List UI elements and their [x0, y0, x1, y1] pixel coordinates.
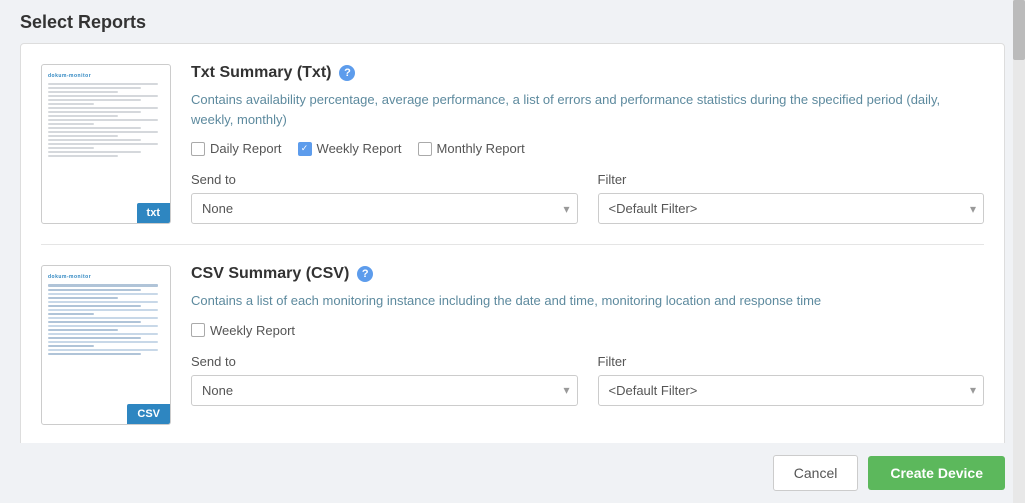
checkbox-label-weekly-csv: Weekly Report: [210, 323, 295, 338]
checkbox-weekly[interactable]: Weekly Report: [298, 141, 402, 156]
send-to-select-txt[interactable]: None: [191, 193, 578, 224]
report-title-row-csv: CSV Summary (CSV) ?: [191, 265, 984, 283]
filter-select-csv[interactable]: <Default Filter>: [598, 375, 985, 406]
report-details-txt: Txt Summary (Txt) ? Contains availabilit…: [191, 64, 984, 224]
checkbox-label-daily: Daily Report: [210, 141, 282, 156]
report-item-txt: dokum-monitor: [41, 64, 984, 245]
checkbox-weekly-csv[interactable]: Weekly Report: [191, 323, 295, 338]
report-description-txt: Contains availability percentage, averag…: [191, 90, 984, 129]
send-to-label-csv: Send to: [191, 354, 578, 369]
report-details-csv: CSV Summary (CSV) ? Contains a list of e…: [191, 265, 984, 425]
main-content: dokum-monitor: [0, 43, 1025, 443]
send-to-label-txt: Send to: [191, 172, 578, 187]
report-title-txt: Txt Summary (Txt): [191, 64, 331, 82]
create-device-button[interactable]: Create Device: [868, 456, 1005, 490]
filter-wrapper-csv: <Default Filter> ▾: [598, 375, 985, 406]
reports-card: dokum-monitor: [20, 43, 1005, 443]
help-icon-txt[interactable]: ?: [339, 65, 355, 81]
page-title: Select Reports: [0, 0, 1025, 43]
thumbnail-badge-csv: CSV: [127, 404, 170, 424]
send-to-group-csv: Send to None ▾: [191, 354, 578, 406]
send-to-select-csv[interactable]: None: [191, 375, 578, 406]
page-wrapper: Select Reports dokum-monitor: [0, 0, 1025, 503]
report-thumbnail-csv: dokum-monitor: [41, 265, 171, 425]
report-title-row-txt: Txt Summary (Txt) ?: [191, 64, 984, 82]
report-description-csv: Contains a list of each monitoring insta…: [191, 291, 984, 311]
checkbox-label-monthly: Monthly Report: [437, 141, 525, 156]
send-to-group-txt: Send to None ▾: [191, 172, 578, 224]
thumbnail-badge-txt: txt: [137, 203, 170, 223]
checkbox-box-daily[interactable]: [191, 142, 205, 156]
filter-label-csv: Filter: [598, 354, 985, 369]
filter-wrapper-txt: <Default Filter> ▾: [598, 193, 985, 224]
filter-group-csv: Filter <Default Filter> ▾: [598, 354, 985, 406]
checkbox-box-monthly[interactable]: [418, 142, 432, 156]
report-thumbnail-txt: dokum-monitor: [41, 64, 171, 224]
checkbox-daily[interactable]: Daily Report: [191, 141, 282, 156]
checkbox-box-weekly[interactable]: [298, 142, 312, 156]
report-item-csv: dokum-monitor: [41, 265, 984, 443]
filter-group-txt: Filter <Default Filter> ▾: [598, 172, 985, 224]
checkbox-label-weekly: Weekly Report: [317, 141, 402, 156]
report-title-csv: CSV Summary (CSV): [191, 265, 349, 283]
cancel-button[interactable]: Cancel: [773, 455, 859, 491]
checkboxes-row-txt: Daily Report Weekly Report Monthly Repor…: [191, 141, 984, 156]
checkboxes-row-csv: Weekly Report: [191, 323, 984, 338]
checkbox-box-weekly-csv[interactable]: [191, 323, 205, 337]
send-to-wrapper-csv: None ▾: [191, 375, 578, 406]
scrollbar-thumb[interactable]: [1013, 0, 1025, 60]
filter-select-txt[interactable]: <Default Filter>: [598, 193, 985, 224]
filter-label-txt: Filter: [598, 172, 985, 187]
form-row-txt: Send to None ▾ Filter: [191, 172, 984, 224]
send-to-wrapper-txt: None ▾: [191, 193, 578, 224]
footer: Cancel Create Device: [0, 443, 1025, 503]
checkbox-monthly[interactable]: Monthly Report: [418, 141, 525, 156]
scrollbar-track[interactable]: [1013, 0, 1025, 503]
help-icon-csv[interactable]: ?: [357, 266, 373, 282]
form-row-csv: Send to None ▾ Filter: [191, 354, 984, 406]
